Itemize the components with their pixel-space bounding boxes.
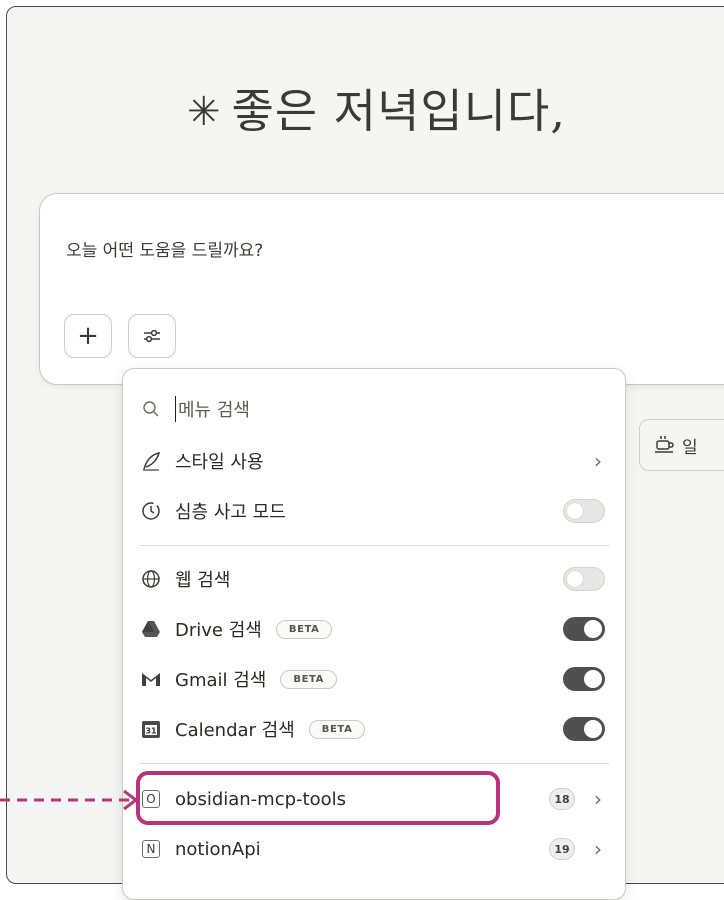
notion-letter-icon: N (142, 840, 160, 858)
tool-count-badge: 19 (549, 838, 575, 860)
clock-icon (139, 499, 163, 523)
gmail-search-toggle[interactable] (563, 667, 605, 691)
menu-item-calendar-search[interactable]: 31 Calendar 검색 BETA (139, 709, 605, 749)
highlight-box (136, 771, 500, 825)
integration-item-notion[interactable]: N notionApi 19 › (139, 829, 605, 869)
greeting-text: 좋은 저녁입니다, (231, 84, 566, 138)
menu-item-deep-thinking[interactable]: 심층 사고 모드 (139, 491, 605, 531)
calendar-icon-day: 31 (145, 727, 157, 736)
gmail-icon (139, 667, 163, 691)
menu-divider (139, 545, 609, 546)
chevron-right-icon: › (594, 787, 602, 811)
greeting-title: ✳ 좋은 저녁입니다, (187, 75, 566, 141)
chevron-right-icon: › (594, 449, 602, 473)
menu-item-label: 심층 사고 모드 (175, 502, 286, 523)
globe-icon (139, 567, 163, 591)
quill-icon (139, 449, 163, 473)
web-search-toggle[interactable] (563, 567, 605, 591)
tool-count-badge: 18 (549, 788, 575, 810)
spark-icon: ✳ (187, 89, 222, 135)
tools-button[interactable] (128, 314, 176, 358)
suggestion-chip-label: 일 (682, 437, 698, 458)
menu-item-label: Drive 검색 (175, 620, 262, 641)
menu-search-input[interactable]: 메뉴 검색 (175, 396, 250, 422)
menu-divider (139, 763, 609, 764)
menu-item-label: 웹 검색 (175, 570, 231, 591)
beta-badge: BETA (308, 719, 366, 739)
calendar-search-toggle[interactable] (563, 717, 605, 741)
suggestion-chip[interactable]: 일 (639, 419, 724, 471)
menu-search-row[interactable]: 메뉴 검색 (139, 389, 605, 429)
menu-item-label: Calendar 검색 (175, 720, 295, 741)
chevron-right-icon: › (594, 837, 602, 861)
search-icon (139, 397, 163, 421)
integration-label: notionApi (175, 838, 261, 860)
add-button[interactable]: + (64, 314, 112, 358)
pointer-arrow (0, 790, 139, 810)
deep-thinking-toggle[interactable] (563, 499, 605, 523)
drive-icon (139, 617, 163, 641)
calendar-icon: 31 (139, 717, 163, 741)
menu-item-label: Gmail 검색 (175, 670, 267, 691)
chat-input-placeholder[interactable]: 오늘 어떤 도움을 드릴까요? (66, 236, 263, 261)
menu-item-label: 스타일 사용 (175, 452, 264, 473)
beta-badge: BETA (280, 669, 337, 689)
menu-item-web-search[interactable]: 웹 검색 (139, 559, 605, 599)
menu-item-drive-search[interactable]: Drive 검색 BETA (139, 609, 605, 649)
chat-input-card[interactable]: 오늘 어떤 도움을 드릴까요? + (39, 193, 724, 385)
menu-item-gmail-search[interactable]: Gmail 검색 BETA (139, 659, 605, 699)
drive-search-toggle[interactable] (563, 617, 605, 641)
sliders-icon (144, 329, 160, 343)
coffee-icon (655, 436, 674, 453)
menu-item-style[interactable]: 스타일 사용 › (139, 441, 605, 481)
beta-badge: BETA (275, 619, 333, 639)
